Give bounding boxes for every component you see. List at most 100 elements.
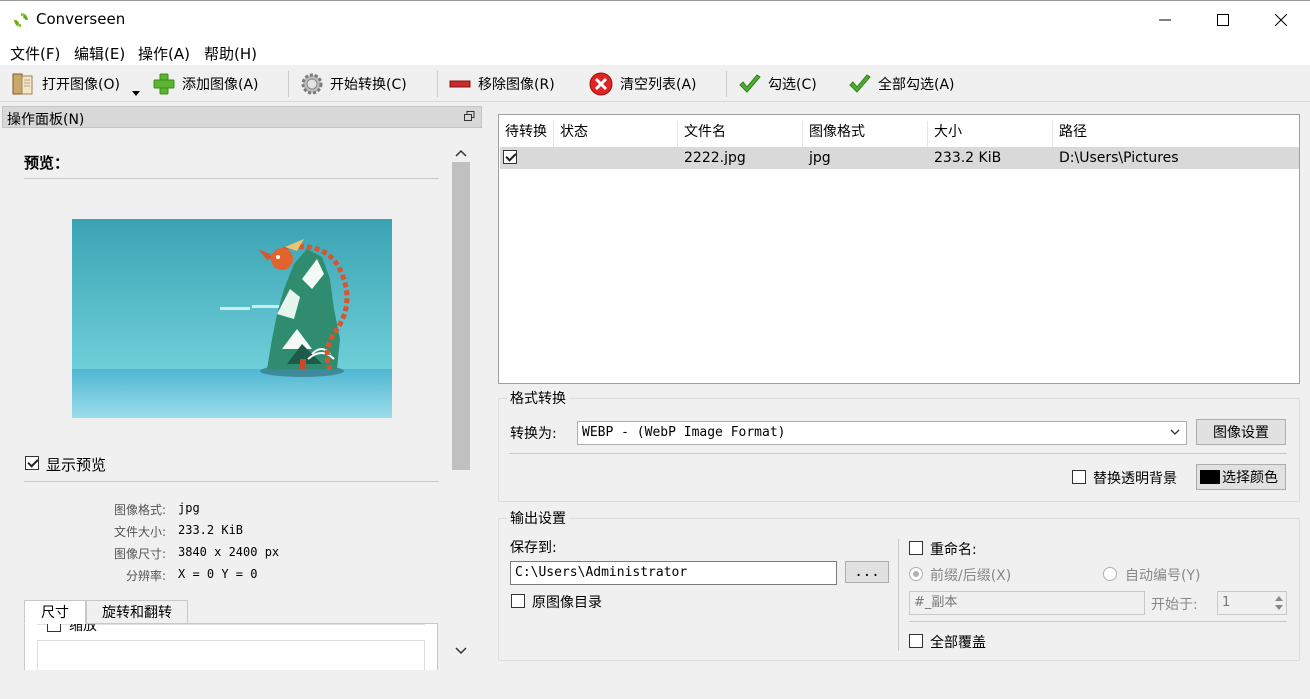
divider: [24, 178, 439, 179]
operations-panel: 操作面板(N) 预览： 显示预览 图像格式: jpg 文件大小: 233.2 K…: [0, 104, 484, 670]
toolbar: 打开图像(O) 添加图像(A) 开始转换(C) 移除图像(R) 清空列表(A): [0, 65, 1310, 102]
open-image-button[interactable]: 打开图像(O): [10, 69, 120, 99]
add-image-button[interactable]: 添加图像(A): [152, 69, 259, 99]
auto-number-radio[interactable]: [1103, 567, 1117, 581]
convert-to-label: 转换为:: [510, 426, 557, 442]
scroll-thumb[interactable]: [452, 162, 470, 470]
scroll-down-icon[interactable]: [454, 644, 468, 658]
output-group-title: 输出设置: [507, 508, 569, 528]
tab-size[interactable]: 尺寸: [24, 600, 86, 624]
maximize-button[interactable]: [1194, 1, 1252, 39]
preview-heading: 预览：: [24, 154, 70, 172]
column-header-pending[interactable]: 待转换: [499, 121, 554, 147]
prefix-suffix-radio[interactable]: [909, 567, 923, 581]
divider: [509, 453, 1287, 454]
overwrite-all-label: 全部覆盖: [930, 635, 986, 651]
maximize-icon: [1217, 14, 1229, 26]
open-book-icon: [12, 73, 33, 95]
gear-icon: [301, 73, 323, 95]
menu-help[interactable]: 帮助(H): [204, 43, 257, 64]
rename-checkbox[interactable]: [909, 541, 923, 555]
resolution-label: 分辨率:: [125, 569, 166, 583]
start-at-label: 开始于:: [1151, 597, 1198, 613]
red-minus-icon: [449, 80, 471, 88]
divider: [24, 481, 439, 482]
title-bar: Converseen: [0, 0, 1310, 38]
menu-file[interactable]: 文件(F): [10, 43, 60, 64]
green-check-all-icon: [849, 74, 871, 93]
open-dropdown-arrow-icon[interactable]: [132, 91, 140, 97]
choose-color-label: 选择颜色: [1222, 470, 1278, 486]
vertical-divider: [898, 539, 899, 651]
menu-edit[interactable]: 编辑(E): [74, 43, 125, 64]
converseen-app-icon: [14, 13, 28, 27]
image-settings-button[interactable]: 图像设置: [1196, 419, 1286, 445]
tab-rotate-flip[interactable]: 旋转和翻转: [86, 600, 188, 624]
format-select[interactable]: WEBP - (WebP Image Format): [577, 421, 1187, 445]
file-list-table[interactable]: 待转换 状态 文件名 图像格式 大小 路径 2222.jpg jpg 233.2…: [498, 114, 1300, 384]
row-format: jpg: [809, 150, 831, 166]
window-title: Converseen: [36, 10, 126, 28]
clear-list-button[interactable]: 清空列表(A): [588, 69, 697, 99]
preview-image: [72, 219, 392, 418]
format-conversion-group: 格式转换 转换为: WEBP - (WebP Image Format) 图像设…: [498, 388, 1300, 502]
column-header-size[interactable]: 大小: [928, 121, 1053, 147]
output-settings-group: 输出设置 保存到: C:\Users\Administrator ... 原图像…: [498, 508, 1300, 661]
open-image-label: 打开图像(O): [42, 77, 120, 93]
choose-color-button[interactable]: 选择颜色: [1196, 464, 1286, 490]
menu-action[interactable]: 操作(A): [138, 43, 190, 64]
image-dim-value: 3840 x 2400 px: [178, 545, 280, 559]
original-dir-label: 原图像目录: [532, 595, 602, 611]
image-dim-label: 图像尺寸:: [113, 547, 166, 561]
start-at-value: 1: [1222, 595, 1231, 610]
check-label: 勾选(C): [768, 77, 817, 93]
replace-bg-label: 替换透明背景: [1093, 471, 1177, 487]
options-tabs: 缩放 尺寸 旋转和翻转: [24, 600, 438, 670]
panel-body: 预览： 显示预览 图像格式: jpg 文件大小: 233.2 KiB 图像尺寸:…: [2, 130, 446, 670]
green-check-icon: [739, 74, 761, 93]
overwrite-all-checkbox[interactable]: [909, 634, 923, 648]
panel-header: 操作面板(N): [2, 106, 482, 128]
remove-image-label: 移除图像(R): [478, 77, 555, 93]
show-preview-label: 显示预览: [46, 456, 107, 474]
column-header-filename[interactable]: 文件名: [678, 121, 803, 147]
divider: [909, 621, 1287, 622]
save-path-input[interactable]: C:\Users\Administrator: [510, 561, 837, 585]
check-all-button[interactable]: 全部勾选(A): [848, 69, 955, 99]
float-panel-icon[interactable]: [464, 111, 475, 122]
close-icon: [1275, 14, 1287, 26]
start-at-spinbox[interactable]: 1: [1217, 591, 1287, 615]
scale-group-box: [37, 640, 425, 670]
browse-button[interactable]: ...: [845, 561, 889, 583]
file-size-label: 文件大小:: [113, 525, 166, 539]
minimize-button[interactable]: [1136, 1, 1194, 39]
remove-image-button[interactable]: 移除图像(R): [448, 69, 555, 99]
replace-bg-checkbox[interactable]: [1072, 470, 1086, 484]
check-all-label: 全部勾选(A): [878, 77, 955, 93]
toolbar-separator: [437, 71, 438, 97]
toolbar-separator: [288, 71, 289, 97]
add-image-label: 添加图像(A): [182, 77, 259, 93]
red-x-circle-icon: [589, 72, 613, 96]
start-convert-button[interactable]: 开始转换(C): [300, 69, 407, 99]
format-value: jpg: [178, 501, 200, 515]
column-header-format[interactable]: 图像格式: [803, 121, 928, 147]
format-label: 图像格式:: [113, 503, 166, 517]
name-pattern-input[interactable]: #_副本: [909, 591, 1145, 615]
panel-title: 操作面板(N): [7, 112, 85, 128]
original-dir-checkbox[interactable]: [511, 594, 525, 608]
spin-arrows-icon[interactable]: [1274, 594, 1284, 612]
column-header-status[interactable]: 状态: [554, 121, 678, 147]
row-checkbox[interactable]: [503, 150, 517, 164]
show-preview-checkbox[interactable]: [25, 456, 39, 470]
column-header-path[interactable]: 路径: [1053, 121, 1299, 147]
row-filename: 2222.jpg: [684, 150, 746, 166]
scroll-up-icon[interactable]: [454, 146, 468, 160]
close-button[interactable]: [1252, 1, 1310, 39]
tab-content: 缩放: [24, 618, 438, 670]
panel-scrollbar[interactable]: [448, 130, 472, 665]
format-group-title: 格式转换: [507, 388, 569, 408]
check-button[interactable]: 勾选(C): [738, 69, 817, 99]
toolbar-separator: [726, 71, 727, 97]
color-swatch: [1200, 470, 1220, 484]
